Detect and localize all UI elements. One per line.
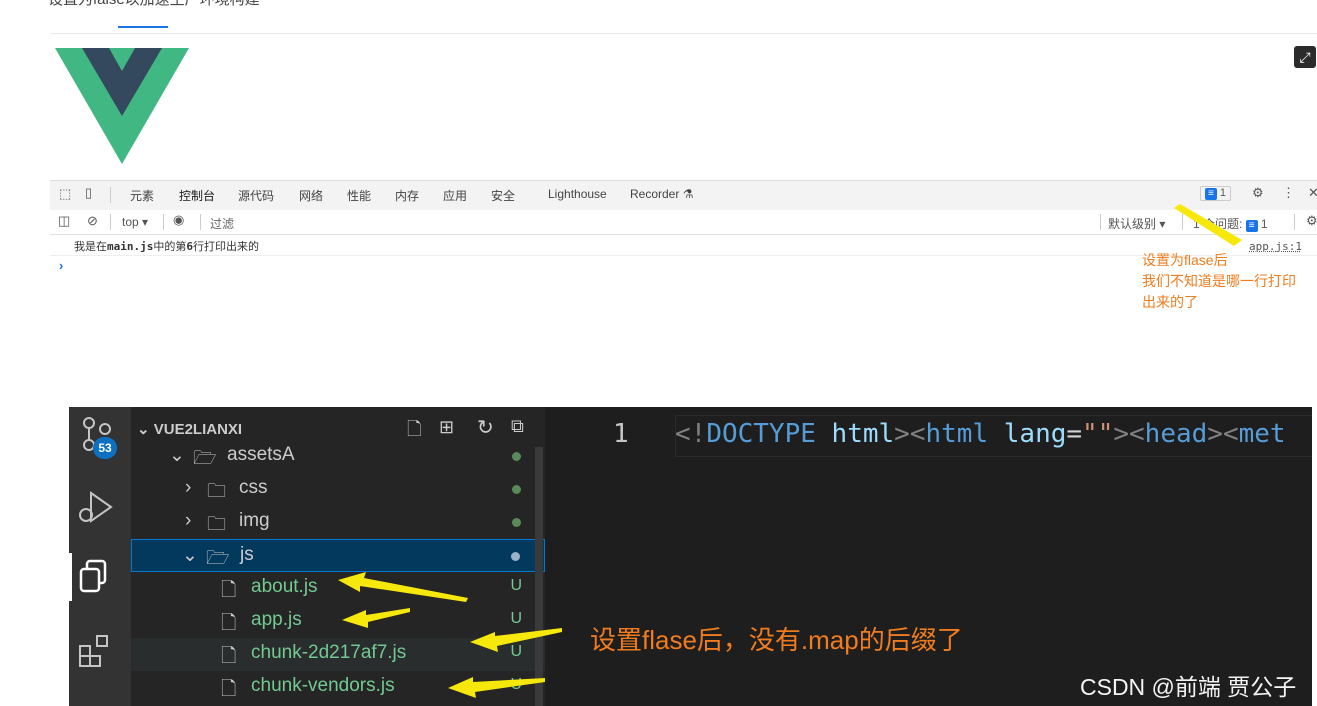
tab-console[interactable]: 控制台 xyxy=(179,187,215,204)
new-folder-icon[interactable]: ⊞ xyxy=(439,417,454,438)
console-settings-icon[interactable]: ⚙ xyxy=(1306,213,1317,229)
annotation-arrow xyxy=(1174,204,1242,246)
tab-sources[interactable]: 源代码 xyxy=(238,187,274,204)
settings-gear-icon[interactable]: ⚙ xyxy=(1252,185,1264,201)
tree-item-assetsA[interactable]: ⌄ 🗁 assetsA xyxy=(131,440,545,473)
folder-icon: 🗀 xyxy=(207,514,227,535)
messages-counter[interactable]: ≡ 1 xyxy=(1200,186,1232,201)
status-dot xyxy=(512,452,521,461)
folder-icon: 🗀 xyxy=(207,481,227,502)
log-level-dropdown[interactable]: 默认级别 ▾ xyxy=(1108,215,1165,232)
status-dot xyxy=(512,485,521,494)
paragraph-text: 设置为false以加速生产环境构建 xyxy=(48,0,260,9)
file-icon: 🗋 xyxy=(221,646,237,667)
chevron-right-icon: › xyxy=(185,510,192,531)
close-icon[interactable]: ✕ xyxy=(1308,185,1317,201)
tab-performance[interactable]: 性能 xyxy=(347,187,371,204)
file-icon: 🗋 xyxy=(221,679,237,700)
clear-console-icon[interactable]: ⊘ xyxy=(87,213,98,229)
eye-icon[interactable]: ◉ xyxy=(173,212,184,228)
annotation-note: 设置flase后，没有.map的后缀了 xyxy=(590,625,963,655)
inspect-icon[interactable]: ⬚ xyxy=(59,186,71,202)
tab-network[interactable]: 网络 xyxy=(299,187,323,204)
tree-item-img[interactable]: › 🗀 img xyxy=(131,506,545,539)
vscode-window: 53 ⌄ VUE2LIANXI 🗋 ⊞ ↻ ⧉ ⌄ 🗁 assetsA › 🗀 … xyxy=(69,407,1312,706)
filter-input[interactable]: 过滤 xyxy=(210,215,234,232)
devtools-tab-bar: ⬚ ▯ 元素 控制台 源代码 网络 性能 内存 应用 安全 Lighthouse… xyxy=(50,180,1317,211)
file-icon: 🗋 xyxy=(221,613,237,634)
tree-item-css[interactable]: › 🗀 css xyxy=(131,473,545,506)
message-icon: ≡ xyxy=(1205,188,1217,200)
tab-application[interactable]: 应用 xyxy=(443,187,467,204)
tab-elements[interactable]: 元素 xyxy=(130,187,154,204)
vue-logo xyxy=(55,48,189,164)
line-number: 1 xyxy=(613,419,629,449)
context-selector[interactable]: top ▾ xyxy=(122,215,148,229)
active-tab-indicator xyxy=(118,26,168,28)
extensions-icon[interactable] xyxy=(77,633,115,671)
sidebar-toggle-icon[interactable]: ◫ xyxy=(58,213,70,229)
flask-icon: ⚗ xyxy=(682,187,694,201)
watermark: CSDN @前端 贾公子 xyxy=(1080,674,1297,700)
console-toolbar: ◫ ⊘ top ▾ ◉ 过滤 默认级别 ▾ 1 个问题: ≡ 1 ⚙ xyxy=(50,210,1317,235)
tab-memory[interactable]: 内存 xyxy=(395,187,419,204)
annotation-note: 设置为flase后 我们不知道是哪一行打印 出来的了 xyxy=(1142,252,1296,310)
console-message: 我是在main.js中的第6行打印出来的 xyxy=(74,240,259,253)
chevron-down-icon: ⌄ xyxy=(137,421,150,438)
collapse-all-icon[interactable]: ⧉ xyxy=(511,416,524,437)
chevron-down-icon: ⌄ xyxy=(169,445,185,466)
refresh-icon[interactable]: ↻ xyxy=(477,415,494,440)
editor-pane: 1 <!DOCTYPE html><html lang=""><head><me… xyxy=(545,407,1312,706)
file-icon: 🗋 xyxy=(221,580,237,601)
tab-lighthouse[interactable]: Lighthouse xyxy=(548,187,607,201)
chevron-right-icon: › xyxy=(185,477,192,498)
folder-open-icon: 🗁 xyxy=(193,448,217,469)
console-divider xyxy=(50,255,1317,256)
tab-security[interactable]: 安全 xyxy=(491,187,515,204)
fullscreen-icon[interactable]: ⤢ xyxy=(1294,46,1316,68)
activity-bar: 53 xyxy=(69,407,131,706)
more-options-icon[interactable]: ⋮ xyxy=(1282,185,1295,201)
explorer-header[interactable]: ⌄ VUE2LIANXI xyxy=(137,420,242,438)
tab-recorder[interactable]: Recorder ⚗ xyxy=(630,187,693,201)
chevron-down-icon: ⌄ xyxy=(182,545,198,566)
source-control-badge: 53 xyxy=(93,437,117,459)
run-debug-icon[interactable] xyxy=(77,489,117,525)
console-prompt[interactable]: › xyxy=(59,258,63,273)
active-indicator xyxy=(69,553,72,601)
divider xyxy=(50,33,1317,34)
device-toolbar-icon[interactable]: ▯ xyxy=(85,185,92,201)
code-line[interactable]: <!DOCTYPE html><html lang=""><head><met xyxy=(675,419,1286,449)
status-dot xyxy=(512,518,521,527)
explorer-files-icon[interactable] xyxy=(79,559,111,595)
annotation-arrows xyxy=(338,572,562,698)
